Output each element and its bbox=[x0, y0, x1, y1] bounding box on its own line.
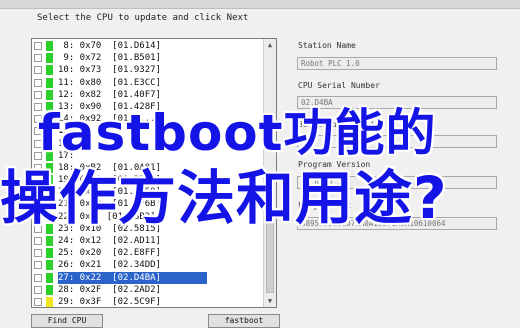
cpu-list-item-text: 12: 0x82 [01.40F7] bbox=[58, 89, 161, 100]
cpu-list-item-text: 10: 0x73 [01.9327] bbox=[58, 65, 161, 76]
cpu-serial-label: CPU Serial Number bbox=[298, 81, 380, 90]
cpu-list-item[interactable]: 26: 0x21 [02.34DD] bbox=[32, 259, 264, 271]
instruction-text: Select the CPU to update and click Next bbox=[37, 13, 249, 23]
fastboot-button[interactable]: fastboot bbox=[208, 314, 280, 328]
cpu-list-item-text: 9: 0x72 [01.B501] bbox=[58, 53, 161, 64]
cpu-list-item-text: 11: 0x80 [01.E3CC] bbox=[58, 77, 161, 88]
cpu-checkbox[interactable] bbox=[34, 54, 42, 63]
cpu-checkbox[interactable] bbox=[34, 249, 42, 258]
cpu-list-item-text: 28: 0x2F [02.2AD2] bbox=[58, 284, 161, 295]
cpu-list-item[interactable]: 11: 0x80 [01.E3CC] bbox=[32, 77, 264, 89]
cpu-list-item[interactable]: 25: 0x20 [02.E8FF] bbox=[32, 247, 264, 259]
scroll-up-arrow-icon[interactable]: ▲ bbox=[264, 39, 276, 51]
cpu-list-item[interactable]: 28: 0x2F [02.2AD2] bbox=[32, 284, 264, 296]
cpu-checkbox[interactable] bbox=[34, 78, 42, 87]
cpu-status-indicator-icon bbox=[46, 89, 53, 100]
cpu-status-indicator-icon bbox=[46, 53, 53, 64]
cpu-status-indicator-icon bbox=[46, 236, 53, 246]
cpu-checkbox[interactable] bbox=[34, 42, 42, 50]
cpu-list-item[interactable]: 10: 0x73 [01.9327] bbox=[32, 64, 264, 76]
cpu-checkbox[interactable] bbox=[34, 261, 42, 270]
overlay-caption-line-2: 操作方法和用途? bbox=[0, 164, 448, 232]
cpu-status-indicator-icon bbox=[46, 77, 53, 88]
cpu-list-item[interactable]: 24: 0x12 [02.AD11] bbox=[32, 235, 264, 247]
cpu-status-indicator-icon bbox=[46, 248, 53, 259]
cpu-list-item[interactable]: 29: 0x3F [02.5C9F] bbox=[32, 296, 264, 307]
cpu-checkbox[interactable] bbox=[34, 273, 42, 282]
cpu-status-indicator-icon bbox=[46, 296, 53, 307]
station-name-label: Station Name bbox=[298, 41, 356, 50]
window-top-edge bbox=[0, 0, 520, 9]
cpu-list-item-text: 8: 0x70 [01.D614] bbox=[58, 41, 161, 51]
cpu-status-indicator-icon bbox=[46, 41, 53, 51]
cpu-list-item-text: 24: 0x12 [02.AD11] bbox=[58, 236, 161, 246]
cpu-status-indicator-icon bbox=[46, 284, 53, 295]
scroll-down-arrow-icon[interactable]: ▼ bbox=[264, 295, 276, 307]
cpu-checkbox[interactable] bbox=[34, 297, 42, 306]
cpu-list-item[interactable]: 12: 0x82 [01.40F7] bbox=[32, 89, 264, 101]
cpu-status-indicator-icon bbox=[46, 272, 53, 283]
cpu-status-indicator-icon bbox=[46, 65, 53, 76]
find-cpu-button[interactable]: Find CPU bbox=[31, 314, 103, 328]
cpu-list-item-text: 25: 0x20 [02.E8FF] bbox=[58, 248, 161, 259]
cpu-list-item-text: 26: 0x21 [02.34DD] bbox=[58, 260, 161, 271]
overlay-caption-line-1: fastboot功能的 bbox=[38, 104, 437, 162]
cpu-list-item[interactable]: 8: 0x70 [01.D614] bbox=[32, 40, 264, 52]
cpu-list-item-text: 27: 0x22 [02.D4BA] bbox=[58, 271, 207, 284]
cpu-checkbox[interactable] bbox=[34, 90, 42, 99]
cpu-status-indicator-icon bbox=[46, 260, 53, 271]
cpu-checkbox[interactable] bbox=[34, 285, 42, 294]
cpu-list-item[interactable]: 9: 0x72 [01.B501] bbox=[32, 52, 264, 64]
cpu-checkbox[interactable] bbox=[34, 237, 42, 245]
station-name-field: Robot PLC 1.0 bbox=[297, 57, 497, 70]
cpu-checkbox[interactable] bbox=[34, 66, 42, 75]
cpu-list-item[interactable]: 27: 0x22 [02.D4BA] bbox=[32, 271, 264, 284]
cpu-list-item-text: 29: 0x3F [02.5C9F] bbox=[58, 296, 161, 307]
